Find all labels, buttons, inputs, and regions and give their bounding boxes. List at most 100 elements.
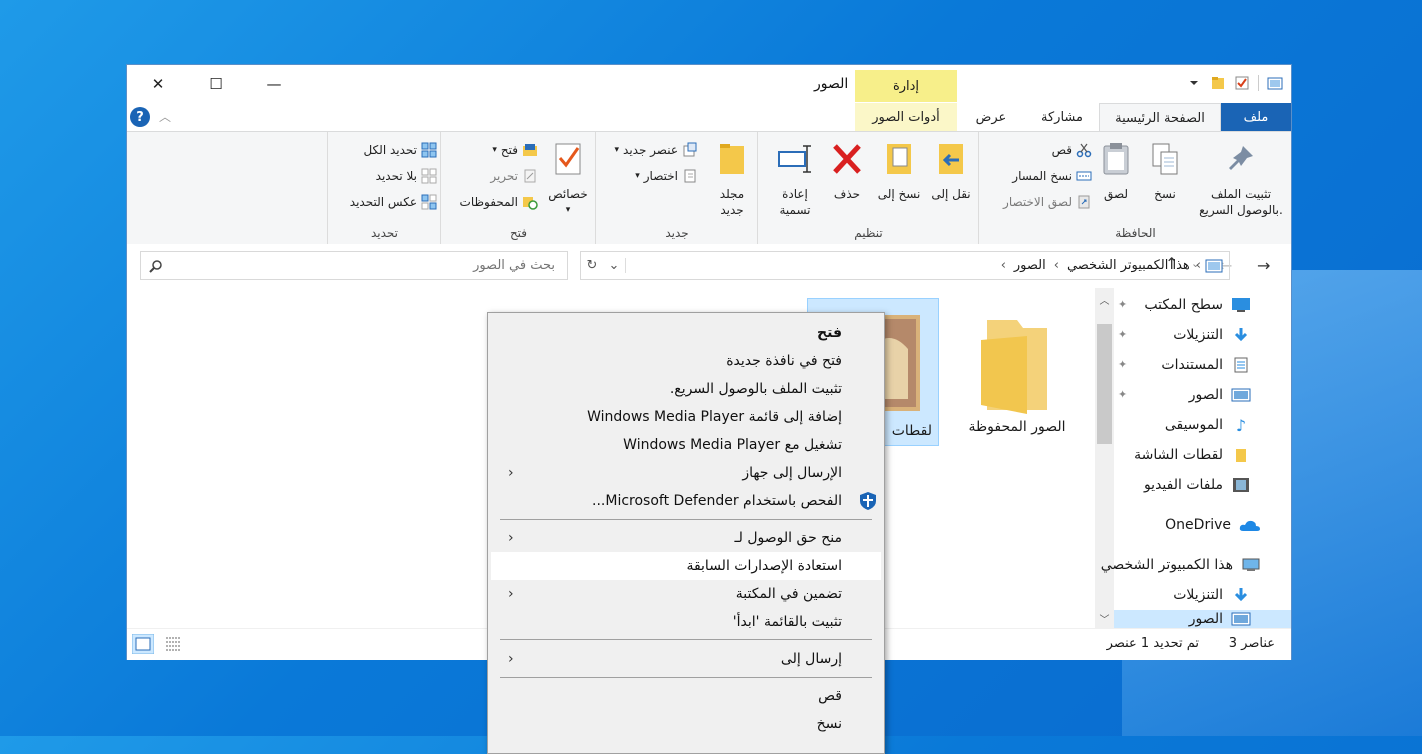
menu-label: قص	[818, 688, 842, 704]
menu-item-include-library[interactable]: تضمين في المكتبة ‹	[496, 580, 842, 608]
breadcrumb-this-pc[interactable]: هذا الكمبيوتر الشخصي	[1067, 258, 1190, 273]
nav-item-music[interactable]: ♪ الموسيقى	[1165, 410, 1251, 440]
menu-item-give-access[interactable]: منح حق الوصول لـ ‹	[496, 524, 842, 552]
pin-icon[interactable]: ✦	[1118, 298, 1127, 311]
menu-item-open-new-window[interactable]: فتح في نافذة جديدة	[496, 347, 842, 375]
nav-label: الموسيقى	[1164, 417, 1223, 433]
menu-item-cast-to-device[interactable]: الإرسال إلى جهاز ‹	[496, 459, 842, 487]
scroll-down-icon[interactable]: ﹀	[1095, 611, 1114, 626]
move-to-button[interactable]: نقل إلى	[926, 140, 976, 202]
refresh-icon[interactable]: ↻	[581, 258, 603, 273]
open-button[interactable]: فتح ▾	[492, 142, 538, 158]
properties-button[interactable]: خصائص ▾	[541, 140, 595, 218]
menu-label: الإرسال إلى جهاز	[742, 465, 842, 481]
quick-access-toolbar	[1186, 75, 1283, 91]
invert-selection-button[interactable]: عكس التحديد	[350, 194, 437, 210]
menu-item-pin-quick-access[interactable]: تثبيت الملف بالوصول السريع.	[496, 375, 842, 403]
menu-label: إضافة إلى قائمة Windows Media Player	[587, 409, 842, 425]
nav-item-screenshots[interactable]: لقطات الشاشة	[1134, 440, 1251, 470]
selected-count: تم تحديد 1 عنصر	[1106, 636, 1199, 651]
details-view-icon[interactable]	[164, 635, 182, 653]
pin-icon	[1229, 146, 1253, 170]
pin-icon[interactable]: ✦	[1118, 328, 1127, 341]
menu-item-restore-previous[interactable]: استعادة الإصدارات السابقة	[491, 552, 881, 580]
menu-label: تشغيل مع Windows Media Player	[623, 437, 842, 453]
menu-item-copy[interactable]: نسخ	[496, 710, 842, 738]
folder-item[interactable]: الصور المحفوظة	[952, 310, 1082, 450]
nav-item-onedrive[interactable]: OneDrive	[1165, 510, 1261, 540]
documents-icon	[1234, 357, 1248, 373]
tab-file[interactable]: ملف	[1221, 103, 1291, 131]
chevron-up-icon[interactable]: ︿	[159, 108, 171, 125]
select-all-label: تحديد الكل	[363, 143, 417, 157]
scroll-up-icon[interactable]: ︿	[1095, 292, 1114, 307]
pin-icon[interactable]: ✦	[1118, 358, 1127, 371]
easy-access-button[interactable]: اختصار ▾	[635, 168, 698, 184]
cut-button[interactable]: قص	[1052, 142, 1092, 158]
address-dropdown-icon[interactable]: ⌄	[603, 258, 626, 273]
nav-item-pictures[interactable]: الصور	[1189, 380, 1251, 410]
address-bar[interactable]: › هذا الكمبيوتر الشخصي › الصور › ⌄ ↻	[580, 251, 1230, 280]
scroll-thumb[interactable]	[1097, 324, 1112, 444]
breadcrumb-pictures[interactable]: الصور	[1014, 258, 1046, 273]
properties-icon[interactable]	[1234, 75, 1250, 91]
pin-quick-access-button[interactable]: تثبيت الملف بالوصول السريع.	[1191, 140, 1291, 218]
nav-item-downloads-pc[interactable]: التنزيلات	[1173, 580, 1251, 610]
large-icons-view-icon[interactable]	[132, 634, 154, 654]
delete-button[interactable]: حذف	[824, 140, 870, 202]
nav-item-downloads[interactable]: التنزيلات	[1173, 320, 1251, 350]
copy-path-button[interactable]: نسخ المسار	[1012, 168, 1092, 184]
search-box[interactable]	[140, 251, 568, 280]
new-folder-button[interactable]: مجلد جديد	[708, 140, 756, 218]
maximize-button[interactable]: ☐	[187, 65, 245, 103]
nav-item-this-pc[interactable]: هذا الكمبيوتر الشخصي	[1101, 550, 1261, 580]
menu-label: استعادة الإصدارات السابقة	[686, 558, 842, 574]
select-all-button[interactable]: تحديد الكل	[363, 142, 437, 158]
pin-label: تثبيت الملف بالوصول السريع.	[1199, 187, 1283, 217]
tab-home[interactable]: الصفحة الرئيسية	[1099, 103, 1221, 132]
close-button[interactable]: ✕	[129, 65, 187, 103]
menu-item-cut[interactable]: قص	[496, 682, 842, 710]
tab-share[interactable]: مشاركة	[1027, 103, 1097, 131]
open-icon	[523, 144, 537, 156]
menu-item-send-to[interactable]: إرسال إلى ‹	[496, 645, 842, 673]
folder-label: لقطات	[891, 423, 932, 439]
pin-icon[interactable]: ✦	[1118, 388, 1127, 401]
breadcrumb-separator-icon: ›	[1195, 258, 1201, 273]
nav-item-pictures-pc[interactable]: الصور	[1114, 610, 1291, 628]
edit-icon	[524, 169, 536, 183]
menu-item-add-to-wmp-list[interactable]: إضافة إلى قائمة Windows Media Player	[496, 403, 842, 431]
search-input[interactable]	[163, 257, 557, 274]
back-icon[interactable]: →	[1257, 256, 1270, 275]
rename-button[interactable]: إعادة تسمية	[768, 140, 822, 218]
new-folder-label: مجلد جديد	[719, 187, 745, 217]
copy-button[interactable]: نسخ	[1143, 140, 1187, 202]
menu-item-pin-start[interactable]: تثبيت بالقائمة 'ابدأ'	[496, 608, 842, 636]
breadcrumb-separator-icon: ›	[1000, 258, 1006, 273]
paste-shortcut-button[interactable]: لصق الاختصار	[1003, 194, 1092, 210]
tab-view[interactable]: عرض	[967, 103, 1015, 131]
history-button[interactable]: المحفوظات	[460, 194, 538, 210]
edit-button[interactable]: تحرير	[490, 168, 538, 184]
menu-item-play-with-wmp[interactable]: تشغيل مع Windows Media Player	[496, 431, 842, 459]
copy-to-button[interactable]: نسخ إلى	[874, 140, 924, 202]
history-icon	[523, 197, 538, 210]
menu-item-open[interactable]: فتح	[496, 319, 842, 347]
invert-selection-icon	[421, 194, 437, 210]
dropdown-icon[interactable]	[1186, 75, 1202, 91]
window-title: الصور	[814, 76, 849, 92]
new-folder-icon[interactable]	[1210, 75, 1226, 91]
select-none-button[interactable]: بلا تحديد	[376, 168, 437, 184]
nav-item-desktop[interactable]: سطح المكتب	[1144, 290, 1251, 320]
manage-contextual-tab[interactable]: إدارة	[855, 70, 957, 102]
menu-item-scan-defender[interactable]: الفحص باستخدام Microsoft Defender...	[496, 487, 876, 515]
nav-item-videos[interactable]: ملفات الفيديو	[1144, 470, 1251, 500]
new-item-button[interactable]: عنصر جديد ▾	[614, 142, 698, 158]
help-icon[interactable]: ?	[130, 107, 150, 127]
minimize-button[interactable]: —	[245, 65, 303, 103]
nav-item-documents[interactable]: المستندات	[1161, 350, 1251, 380]
menu-label: نسخ	[816, 716, 842, 732]
paste-button[interactable]: لصق	[1094, 140, 1138, 202]
music-icon: ♪	[1235, 415, 1247, 435]
tab-picture-tools[interactable]: أدوات الصور	[855, 103, 957, 131]
